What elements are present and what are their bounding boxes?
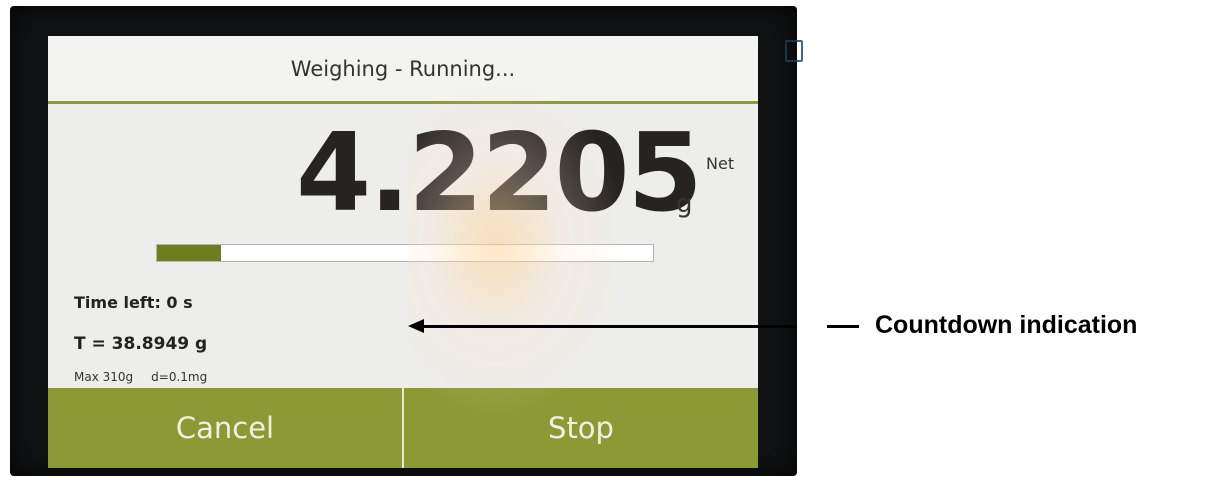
action-bar: Cancel Stop	[48, 388, 758, 468]
cancel-button[interactable]: Cancel	[48, 388, 404, 468]
screen-header: Weighing - Running...	[48, 36, 758, 104]
readability: d=0.1mg	[151, 370, 208, 384]
max-capacity: Max 310g	[74, 370, 134, 384]
annotation-arrow-gap	[797, 322, 827, 331]
annotation-label: Countdown indication	[875, 311, 1138, 339]
progress-bar-fill	[157, 245, 222, 261]
annotation-arrow-line	[421, 325, 859, 328]
tare-value: T = 38.8949 g	[74, 334, 208, 354]
device-bezel: Weighing - Running... 4.2205 Net g Time …	[10, 6, 803, 476]
time-left-text: Time left: 0 s	[74, 293, 193, 312]
page-title: Weighing - Running...	[290, 56, 516, 81]
unit-label: g	[676, 189, 693, 219]
weighing-progress-bar	[156, 244, 654, 262]
stop-button[interactable]: Stop	[404, 388, 758, 468]
weight-reading: 4.2205	[296, 111, 703, 236]
net-label: Net	[706, 154, 735, 173]
device-indicator-icon	[785, 40, 803, 62]
annotation-arrow-head	[408, 319, 424, 333]
balance-specs: Max 310g d=0.1mg	[74, 370, 207, 384]
balance-screen: Weighing - Running... 4.2205 Net g Time …	[48, 36, 758, 468]
page: Weighing - Running... 4.2205 Net g Time …	[0, 0, 1215, 488]
